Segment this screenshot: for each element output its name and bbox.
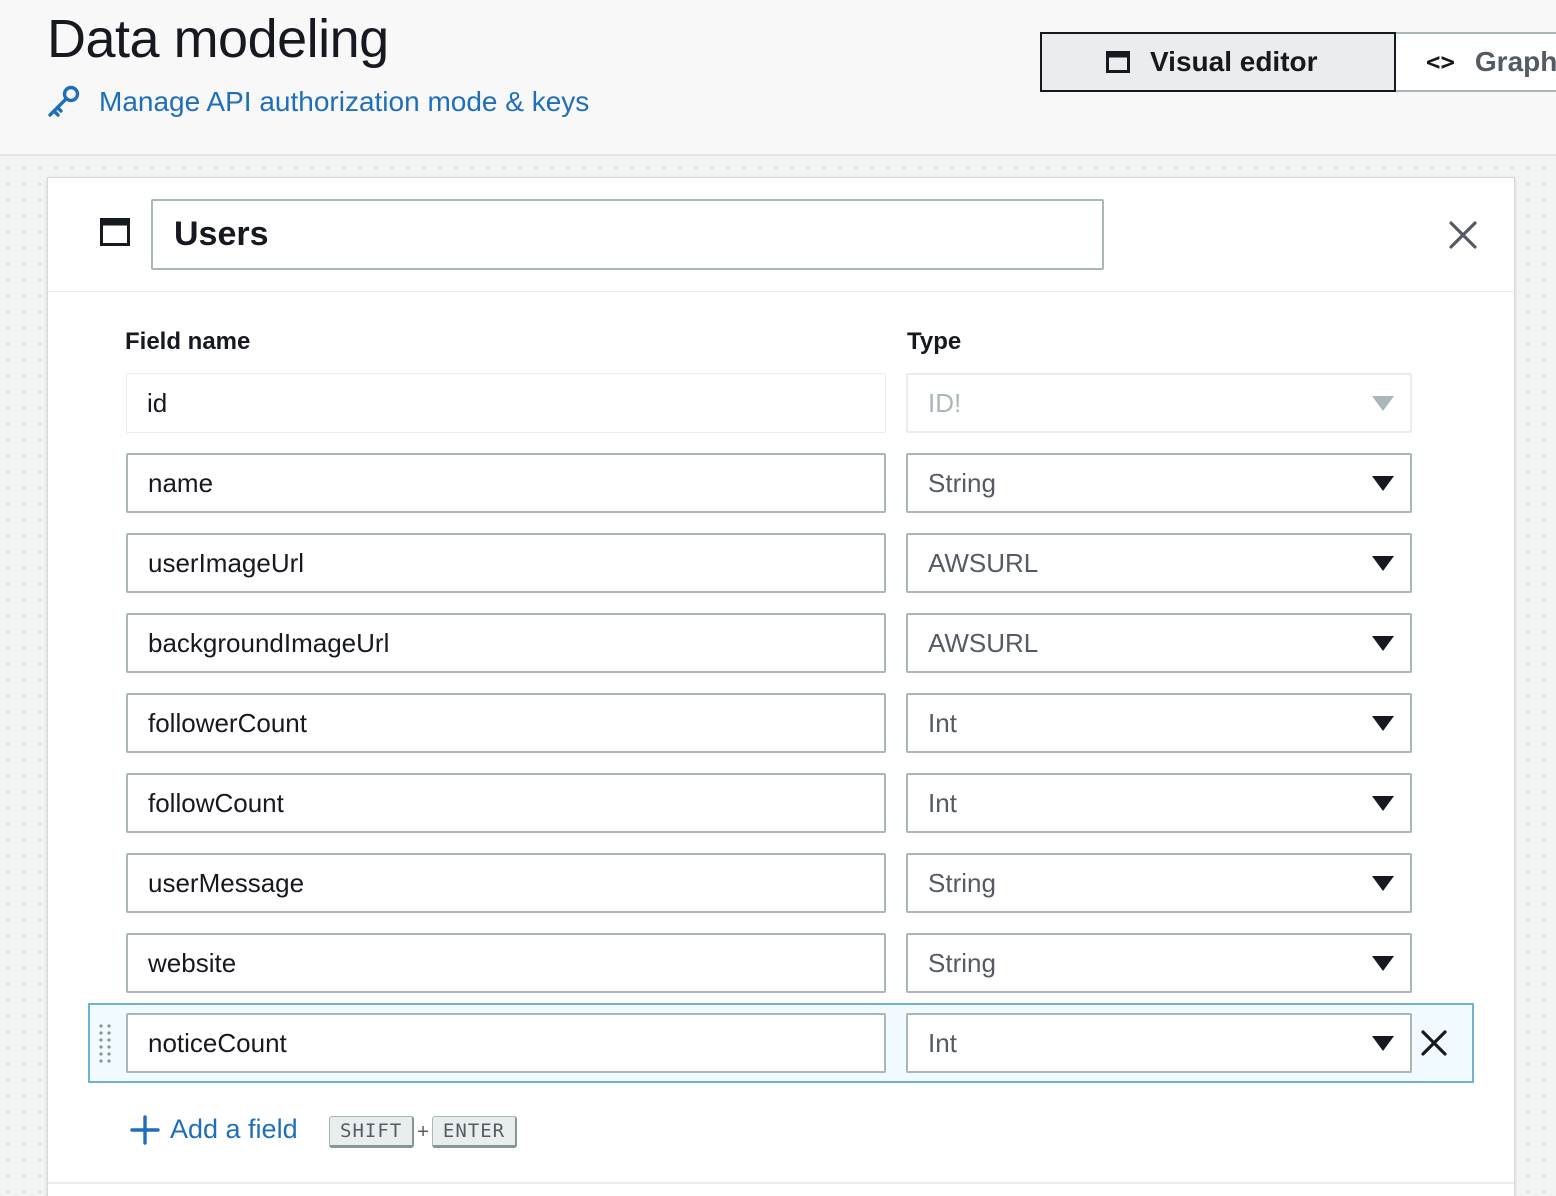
shift-key: SHIFT <box>329 1116 415 1148</box>
page-header: Data modeling Manage API authorization m… <box>0 0 1556 156</box>
field-name-column-label: Field name <box>125 328 251 355</box>
field-type-select[interactable]: Int <box>906 773 1412 833</box>
visual-editor-label: Visual editor <box>1150 46 1318 77</box>
field-row-followercount: followerCount Int <box>48 693 1514 753</box>
field-name-input[interactable]: name <box>126 453 886 513</box>
field-row-followcount: followCount Int <box>48 773 1514 833</box>
caret-down-icon <box>1372 716 1394 731</box>
close-icon[interactable] <box>1448 220 1478 250</box>
field-row-backgroundimageurl: backgroundImageUrl AWSURL <box>48 613 1514 673</box>
field-name-input[interactable]: followCount <box>126 773 886 833</box>
add-field-label: Add a field <box>170 1114 298 1144</box>
window-icon <box>100 218 130 246</box>
shortcut-plus: + <box>417 1120 429 1143</box>
page-title: Data modeling <box>47 9 389 69</box>
field-row-name: name String <box>48 453 1514 513</box>
field-type-select: ID! <box>906 373 1412 433</box>
view-toggle: Visual editor <> GraphQL schema <box>1040 32 1556 92</box>
caret-down-icon <box>1372 876 1394 891</box>
field-name-input[interactable]: noticeCount <box>126 1013 886 1073</box>
caret-down-icon <box>1372 1036 1394 1051</box>
field-type-value: Int <box>928 708 957 738</box>
model-card-header: Users <box>48 178 1514 292</box>
field-type-value: String <box>928 468 996 498</box>
caret-down-icon <box>1372 556 1394 571</box>
caret-down-icon <box>1372 476 1394 491</box>
code-icon: <> <box>1426 48 1455 76</box>
manage-api-auth-label: Manage API authorization mode & keys <box>99 86 590 117</box>
field-type-value: ID! <box>928 388 962 418</box>
caret-down-icon <box>1372 636 1394 651</box>
field-type-value: AWSURL <box>928 628 1039 658</box>
graphql-schema-button[interactable]: <> GraphQL schema <box>1396 32 1556 92</box>
caret-down-icon <box>1372 396 1394 411</box>
field-type-value: AWSURL <box>928 548 1039 578</box>
drag-handle-icon[interactable] <box>98 1023 112 1063</box>
field-type-value: Int <box>928 788 957 818</box>
enter-key: ENTER <box>431 1116 518 1148</box>
key-icon <box>48 85 80 117</box>
model-card: Users Field name Type id ID! name String… <box>47 177 1515 1196</box>
field-type-select[interactable]: String <box>906 933 1412 993</box>
type-column-label: Type <box>907 328 962 355</box>
field-name-input[interactable]: followerCount <box>126 693 886 753</box>
field-name-input: id <box>126 373 886 433</box>
field-type-select[interactable]: Int <box>906 1013 1412 1073</box>
caret-down-icon <box>1372 796 1394 811</box>
field-row-userimageurl: userImageUrl AWSURL <box>48 533 1514 593</box>
field-type-value: String <box>928 948 996 978</box>
field-name-input[interactable]: userMessage <box>126 853 886 913</box>
field-row-website: website String <box>48 933 1514 993</box>
window-icon <box>1106 51 1130 73</box>
field-name-input[interactable]: userImageUrl <box>126 533 886 593</box>
caret-down-icon <box>1372 956 1394 971</box>
field-type-select[interactable]: String <box>906 453 1412 513</box>
field-row-noticecount[interactable]: noticeCount Int <box>88 1003 1474 1083</box>
field-type-select[interactable]: String <box>906 853 1412 913</box>
graphql-schema-label: GraphQL schema <box>1474 46 1556 77</box>
field-row-usermessage: userMessage String <box>48 853 1514 913</box>
field-type-select[interactable]: Int <box>906 693 1412 753</box>
keyboard-shortcut: SHIFT + ENTER <box>329 1116 518 1148</box>
field-type-value: Int <box>928 1028 957 1058</box>
field-type-select[interactable]: AWSURL <box>906 533 1412 593</box>
field-row-id: id ID! <box>48 373 1514 433</box>
field-name-input[interactable]: website <box>126 933 886 993</box>
visual-editor-button[interactable]: Visual editor <box>1040 32 1396 92</box>
plus-icon <box>130 1114 160 1145</box>
field-type-value: String <box>928 868 996 898</box>
add-field-button[interactable]: Add a field <box>130 1114 298 1145</box>
manage-api-auth-link[interactable]: Manage API authorization mode & keys <box>45 84 589 120</box>
model-name-input[interactable]: Users <box>151 199 1104 270</box>
field-type-select[interactable]: AWSURL <box>906 613 1412 673</box>
remove-field-icon[interactable] <box>1420 1029 1448 1057</box>
field-name-input[interactable]: backgroundImageUrl <box>126 613 886 673</box>
card-divider <box>48 1182 1514 1184</box>
